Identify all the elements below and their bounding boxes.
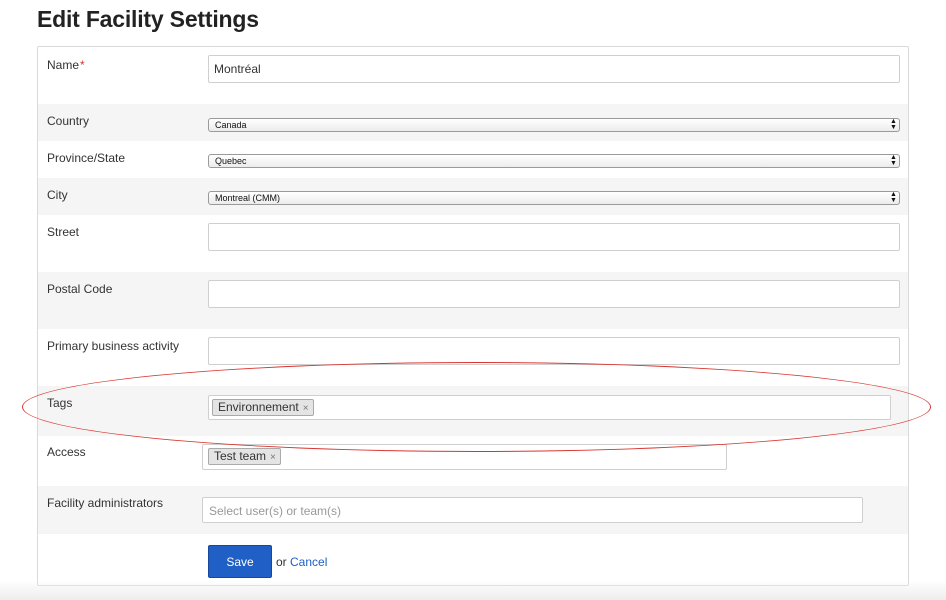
name-row: Name*: [38, 47, 908, 104]
remove-tag-icon[interactable]: ×: [303, 403, 309, 414]
postal-code-row: Postal Code: [38, 272, 908, 329]
tag-chip: Environnement ×: [212, 399, 314, 416]
primary-activity-row: Primary business activity: [38, 329, 908, 386]
country-label: Country: [47, 114, 90, 128]
select-arrows-icon: ▲ ▼: [890, 118, 897, 131]
province-label: Province/State: [47, 151, 126, 165]
save-button[interactable]: Save: [208, 545, 272, 578]
cancel-link[interactable]: Cancel: [290, 555, 327, 569]
city-select-value: Montreal (CMM): [215, 193, 281, 203]
country-select[interactable]: Canada ▲ ▼: [208, 118, 900, 132]
administrators-label: Facility administrators: [47, 496, 164, 510]
administrators-input[interactable]: Select user(s) or team(s): [202, 497, 863, 523]
remove-access-icon[interactable]: ×: [270, 452, 276, 463]
access-chip-label: Test team: [214, 449, 267, 463]
select-arrows-icon: ▲ ▼: [890, 191, 897, 204]
country-row: Country Canada ▲ ▼: [38, 104, 908, 141]
tags-input[interactable]: Environnement ×: [208, 395, 891, 420]
tags-label: Tags: [47, 396, 73, 410]
facility-settings-form: Name* Country Canada ▲▼ Province/State Q…: [37, 46, 909, 586]
primary-activity-label: Primary business activity: [47, 339, 180, 353]
province-select-value: Quebec: [215, 156, 247, 166]
required-mark: *: [80, 58, 85, 72]
name-input[interactable]: [208, 55, 900, 83]
access-chip: Test team ×: [208, 448, 281, 465]
administrators-placeholder: Select user(s) or team(s): [209, 504, 342, 518]
province-row: Province/State Quebec ▲ ▼: [38, 141, 908, 178]
access-label: Access: [47, 445, 86, 459]
name-label: Name*: [47, 58, 85, 72]
bottom-fade: [0, 580, 946, 600]
access-input[interactable]: Test team ×: [202, 444, 727, 470]
street-row: Street: [38, 215, 908, 272]
access-row: Access Test team ×: [38, 436, 908, 486]
tags-row: Tags Environnement ×: [38, 386, 908, 436]
country-select-value: Canada: [215, 120, 247, 130]
province-select[interactable]: Quebec ▲ ▼: [208, 154, 900, 168]
primary-activity-input[interactable]: [208, 337, 900, 365]
tag-chip-label: Environnement: [218, 400, 299, 414]
select-arrows-icon: ▲ ▼: [890, 154, 897, 167]
postal-code-label: Postal Code: [47, 282, 113, 296]
or-text: or: [276, 555, 287, 569]
city-label: City: [47, 188, 68, 202]
page-title: Edit Facility Settings: [37, 6, 259, 32]
street-label: Street: [47, 225, 80, 239]
postal-code-input[interactable]: [208, 280, 900, 308]
administrators-row: Facility administrators Select user(s) o…: [38, 486, 908, 534]
street-input[interactable]: [208, 223, 900, 251]
city-select[interactable]: Montreal (CMM) ▲ ▼: [208, 191, 900, 205]
city-row: City Montreal (CMM) ▲ ▼: [38, 178, 908, 215]
